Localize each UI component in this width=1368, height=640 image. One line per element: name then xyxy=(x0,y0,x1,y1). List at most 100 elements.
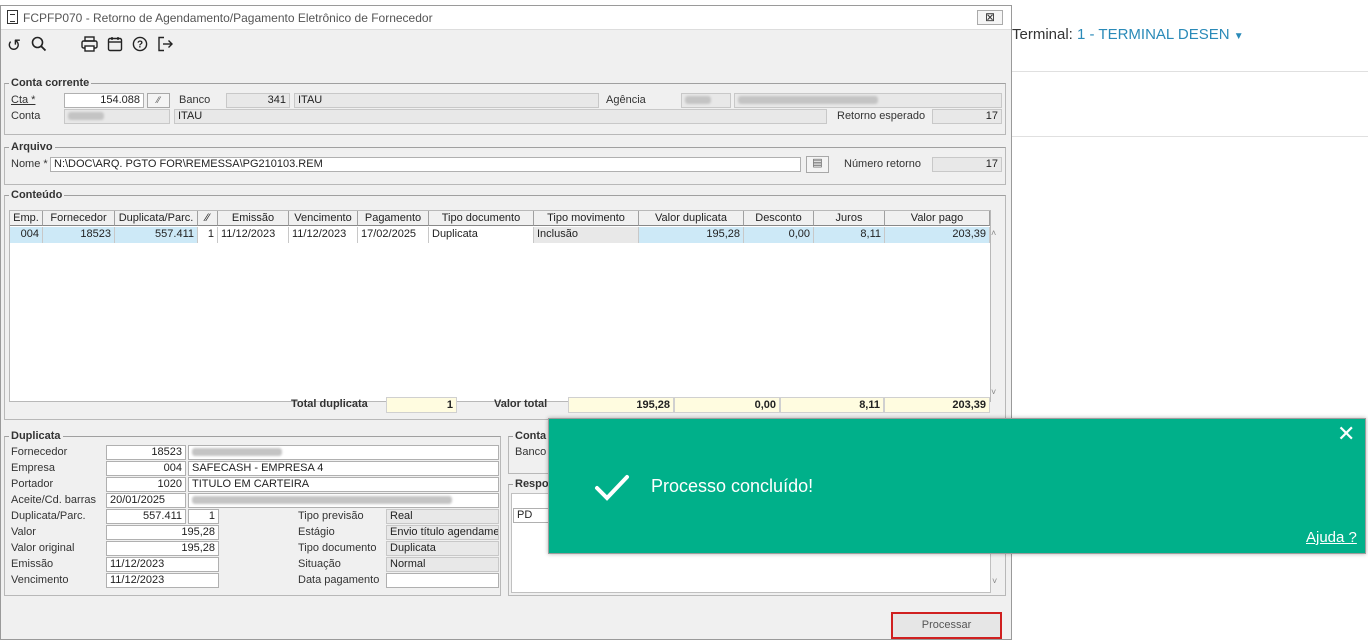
col-header-emissao[interactable]: Emissão xyxy=(218,211,289,226)
cell-emp[interactable]: 004 xyxy=(10,227,43,243)
scroll-down-icon[interactable]: ˅ xyxy=(992,576,997,586)
cell-parc[interactable]: 1 xyxy=(198,227,218,243)
col-header-pagamento[interactable]: Pagamento xyxy=(358,211,429,226)
close-button[interactable]: ⊠ xyxy=(977,10,1003,25)
agencia-code-field xyxy=(681,93,731,108)
cta-lookup-button[interactable]: ⁄⁄ xyxy=(147,93,170,108)
cell-tipo-movimento[interactable]: Inclusão xyxy=(534,227,639,243)
valor-field[interactable]: 195,28 xyxy=(106,525,219,540)
fornecedor-field[interactable]: 18523 xyxy=(106,445,186,460)
tipo-documento-field: Duplicata xyxy=(386,541,499,556)
terminal-label: Terminal: xyxy=(1012,26,1073,43)
conta-corrente-legend: Conta corrente xyxy=(11,77,90,89)
file-browse-icon[interactable]: ▤ xyxy=(806,156,829,173)
tipo-previsao-field: Real xyxy=(386,509,499,524)
numero-retorno-field: 17 xyxy=(932,157,1002,172)
conteudo-legend: Conteúdo xyxy=(11,189,63,201)
aceite-field[interactable]: 20/01/2025 xyxy=(106,493,186,508)
cta-label: Cta * xyxy=(11,94,36,106)
divider xyxy=(1012,71,1368,72)
retorno-esperado-field: 17 xyxy=(932,109,1002,124)
cell-juros[interactable]: 8,11 xyxy=(814,227,885,243)
help-icon[interactable]: ? xyxy=(130,36,150,56)
col-header-parc-icon[interactable]: ⁄⁄ xyxy=(198,211,218,226)
terminal-selector[interactable]: Terminal: 1 - TERMINAL DESEN ▼ xyxy=(1012,26,1244,43)
valor-label: Valor xyxy=(11,526,36,538)
valor-total-label: Valor total xyxy=(494,398,548,410)
scroll-up-icon[interactable]: ˄ xyxy=(991,228,996,238)
valor-original-field[interactable]: 195,28 xyxy=(106,541,219,556)
vencimento-label: Vencimento xyxy=(11,574,69,586)
col-header-duplicata[interactable]: Duplicata/Parc. xyxy=(115,211,198,226)
cell-valor-pago[interactable]: 203,39 xyxy=(885,227,990,243)
calendar-icon[interactable] xyxy=(105,36,125,56)
cell-duplicata[interactable]: 557.411 xyxy=(115,227,198,243)
conteudo-grid[interactable]: Emp. Fornecedor Duplicata/Parc. ⁄⁄ Emiss… xyxy=(9,210,996,402)
cta-input[interactable]: 154.088 xyxy=(64,93,144,108)
col-header-tipo-documento[interactable]: Tipo documento xyxy=(429,211,534,226)
portador-name-field: TITULO EM CARTEIRA xyxy=(188,477,499,492)
window-title: FCPFP070 - Retorno de Agendamento/Pagame… xyxy=(23,11,433,25)
col-header-valor-pago[interactable]: Valor pago xyxy=(885,211,990,226)
col-header-tipo-movimento[interactable]: Tipo movimento xyxy=(534,211,639,226)
situacao-label: Situação xyxy=(298,558,341,570)
print-icon[interactable] xyxy=(79,36,99,56)
cell-pagamento[interactable]: 17/02/2025 xyxy=(358,227,429,243)
data-pagamento-field[interactable] xyxy=(386,573,499,588)
exit-icon[interactable] xyxy=(155,36,175,56)
banco-label: Banco xyxy=(179,94,211,106)
success-toast: Processo concluído! ✕ Ajuda ? xyxy=(548,418,1366,554)
col-header-valor-duplicata[interactable]: Valor duplicata xyxy=(639,211,744,226)
fornecedor-name-field xyxy=(188,445,499,460)
conta-right-legend: Conta xyxy=(515,430,547,442)
parcela-field[interactable]: 1 xyxy=(188,509,219,524)
emissao-label: Emissão xyxy=(11,558,54,570)
nome-input[interactable]: N:\DOC\ARQ. PGTO FOR\REMESSA\PG210103.RE… xyxy=(50,157,801,172)
search-icon[interactable] xyxy=(29,36,49,56)
portador-field[interactable]: 1020 xyxy=(106,477,186,492)
refresh-icon[interactable]: ↺ xyxy=(4,36,24,56)
valor-original-label: Valor original xyxy=(11,542,75,554)
responsavel-item[interactable]: PD xyxy=(513,508,551,523)
arquivo-legend: Arquivo xyxy=(11,141,53,153)
ajuda-link[interactable]: Ajuda ? xyxy=(1306,529,1357,546)
toast-close-icon[interactable]: ✕ xyxy=(1337,423,1355,445)
banco-code-field: 341 xyxy=(226,93,290,108)
col-header-emp[interactable]: Emp. xyxy=(10,211,43,226)
cell-emissao[interactable]: 11/12/2023 xyxy=(218,227,289,243)
cell-valor-duplicata[interactable]: 195,28 xyxy=(639,227,744,243)
scroll-down-icon[interactable]: ˅ xyxy=(991,387,996,397)
document-icon xyxy=(7,10,18,24)
duplicata-legend: Duplicata xyxy=(11,430,61,442)
cell-vencimento[interactable]: 11/12/2023 xyxy=(289,227,358,243)
col-header-desconto[interactable]: Desconto xyxy=(744,211,814,226)
cell-desconto[interactable]: 0,00 xyxy=(744,227,814,243)
terminal-value[interactable]: 1 - TERMINAL DESEN xyxy=(1077,26,1230,43)
checkmark-icon xyxy=(594,474,630,505)
banco-name-field: ITAU xyxy=(294,93,599,108)
processar-button[interactable]: Processar xyxy=(891,612,1002,639)
duplicata-parc-label: Duplicata/Parc. xyxy=(11,510,86,522)
total-valor-pago: 203,39 xyxy=(884,397,990,413)
agencia-label: Agência xyxy=(606,94,646,106)
title-bar: FCPFP070 - Retorno de Agendamento/Pagame… xyxy=(1,6,1011,30)
empresa-field[interactable]: 004 xyxy=(106,461,186,476)
col-header-vencimento[interactable]: Vencimento xyxy=(289,211,358,226)
cell-fornecedor[interactable]: 18523 xyxy=(43,227,115,243)
conta-banco-label: Banco xyxy=(515,446,547,458)
chevron-down-icon[interactable]: ▼ xyxy=(1234,31,1244,42)
agencia-name-field xyxy=(734,93,1002,108)
duplicata-field[interactable]: 557.411 xyxy=(106,509,186,524)
col-header-fornecedor[interactable]: Fornecedor xyxy=(43,211,115,226)
emissao-field[interactable]: 11/12/2023 xyxy=(106,557,219,572)
empresa-label: Empresa xyxy=(11,462,56,474)
conta-label: Conta xyxy=(11,110,41,122)
total-desconto: 0,00 xyxy=(674,397,780,413)
conta-code-field xyxy=(64,109,170,124)
cell-tipo-documento[interactable]: Duplicata xyxy=(429,227,534,243)
vencimento-field[interactable]: 11/12/2023 xyxy=(106,573,219,588)
total-valor-duplicata: 195,28 xyxy=(568,397,674,413)
aceite-label: Aceite/Cd. barras xyxy=(11,494,96,506)
col-header-juros[interactable]: Juros xyxy=(814,211,885,226)
codigo-barras-field xyxy=(188,493,499,508)
